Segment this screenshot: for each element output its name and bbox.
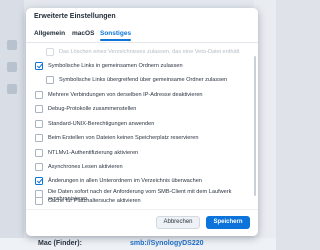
tab-macos[interactable]: macOS (72, 28, 94, 40)
option-label: Symbolische Links in gemeinsamen Ordnern… (48, 63, 183, 69)
option-row[interactable]: NTLMv1-Authentifizierung aktivieren (26, 146, 258, 160)
sidebar-icon (7, 40, 17, 50)
tab-bar: Allgemein macOS Sonstiges (32, 28, 258, 42)
checkbox[interactable] (35, 91, 43, 99)
checkbox[interactable] (35, 163, 43, 171)
checkbox[interactable] (46, 48, 54, 56)
option-label: Das Löschen eines Verzeichnisses zulasse… (59, 49, 240, 55)
advanced-settings-dialog: Erweiterte Einstellungen Allgemein macOS… (26, 8, 258, 236)
connection-value[interactable]: smb://SynologyDS220 (130, 238, 204, 250)
option-row[interactable]: Standard-UNIX-Berechtigungen anwenden (26, 117, 258, 131)
sidebar-icon (7, 62, 17, 72)
option-row[interactable]: Das Löschen eines Verzeichnisses zulasse… (26, 45, 258, 59)
tab-sonstiges[interactable]: Sonstiges (100, 28, 132, 41)
sidebar-icon (7, 84, 17, 94)
checkbox[interactable] (35, 134, 43, 142)
background-sidebar (0, 0, 24, 250)
checkbox[interactable] (35, 105, 43, 113)
option-label: Standard-UNIX-Berechtigungen anwenden (48, 121, 155, 127)
option-label: Beim Erstellen von Dateien keinen Speich… (48, 135, 199, 141)
option-label: Asynchrones Lesen aktivieren (48, 164, 123, 170)
option-row[interactable]: Mehrere Verbindungen von derselben IP-Ad… (26, 88, 258, 102)
option-label: Änderungen in allen Unterordnern im Verz… (48, 178, 202, 184)
option-label: Mehrere Verbindungen von derselben IP-Ad… (48, 92, 203, 98)
checkbox[interactable] (46, 76, 54, 84)
option-row[interactable]: Beim Erstellen von Dateien keinen Speich… (26, 131, 258, 145)
checkbox[interactable] (35, 149, 43, 157)
checkbox[interactable] (35, 177, 43, 185)
option-label: Cache für Platzhaltersuche aktivieren (48, 198, 141, 204)
option-row[interactable]: Symbolische Links übergreifend über geme… (26, 73, 258, 87)
options-list: Das Löschen eines Verzeichnisses zulasse… (26, 43, 258, 209)
tab-allgemein[interactable]: Allgemein (34, 28, 65, 40)
option-row[interactable]: Asynchrones Lesen aktivieren (26, 160, 258, 174)
option-label: Symbolische Links übergreifend über geme… (59, 77, 228, 83)
option-row[interactable]: Symbolische Links in gemeinsamen Ordnern… (26, 59, 258, 73)
background-connection-row: Mac (Finder): smb://SynologyDS220 (0, 238, 276, 250)
checkbox[interactable] (35, 62, 43, 70)
option-label: Debug-Protokolle zusammenstellen (48, 106, 137, 112)
dialog-title: Erweiterte Einstellungen (34, 13, 116, 20)
option-row[interactable]: Cache für Platzhaltersuche aktivieren (26, 194, 258, 208)
option-row[interactable]: Debug-Protokolle zusammenstellen (26, 102, 258, 116)
scrollbar[interactable] (254, 56, 256, 196)
option-label: NTLMv1-Authentifizierung aktivieren (48, 150, 139, 156)
footer-divider (26, 209, 258, 210)
cancel-button[interactable]: Abbrechen (156, 216, 200, 229)
connection-label: Mac (Finder): (38, 240, 82, 247)
option-row[interactable]: Änderungen in allen Unterordnern im Verz… (26, 174, 258, 188)
save-button[interactable]: Speichern (206, 216, 250, 229)
checkbox[interactable] (35, 120, 43, 128)
checkbox[interactable] (35, 197, 43, 205)
